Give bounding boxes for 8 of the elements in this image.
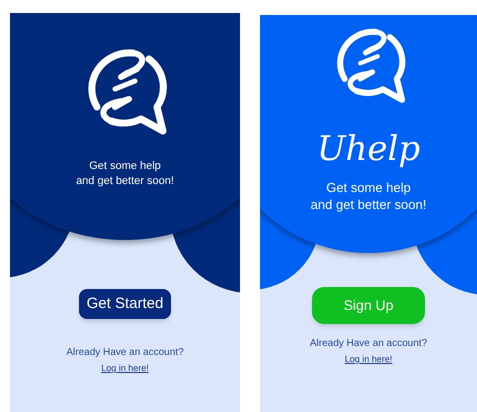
tagline: Get some help and get better soon! <box>310 179 426 213</box>
login-link[interactable]: Log in here! <box>344 353 392 366</box>
account-prompt: Already Have an account? <box>66 346 184 360</box>
brand-name: Uhelp <box>316 131 420 167</box>
tagline: Get some help and get better soon! <box>76 159 174 189</box>
account-prompt: Already Have an account? <box>310 337 428 351</box>
get-started-button[interactable]: Get Started <box>79 289 171 319</box>
login-link[interactable]: Log in here! <box>101 362 149 376</box>
